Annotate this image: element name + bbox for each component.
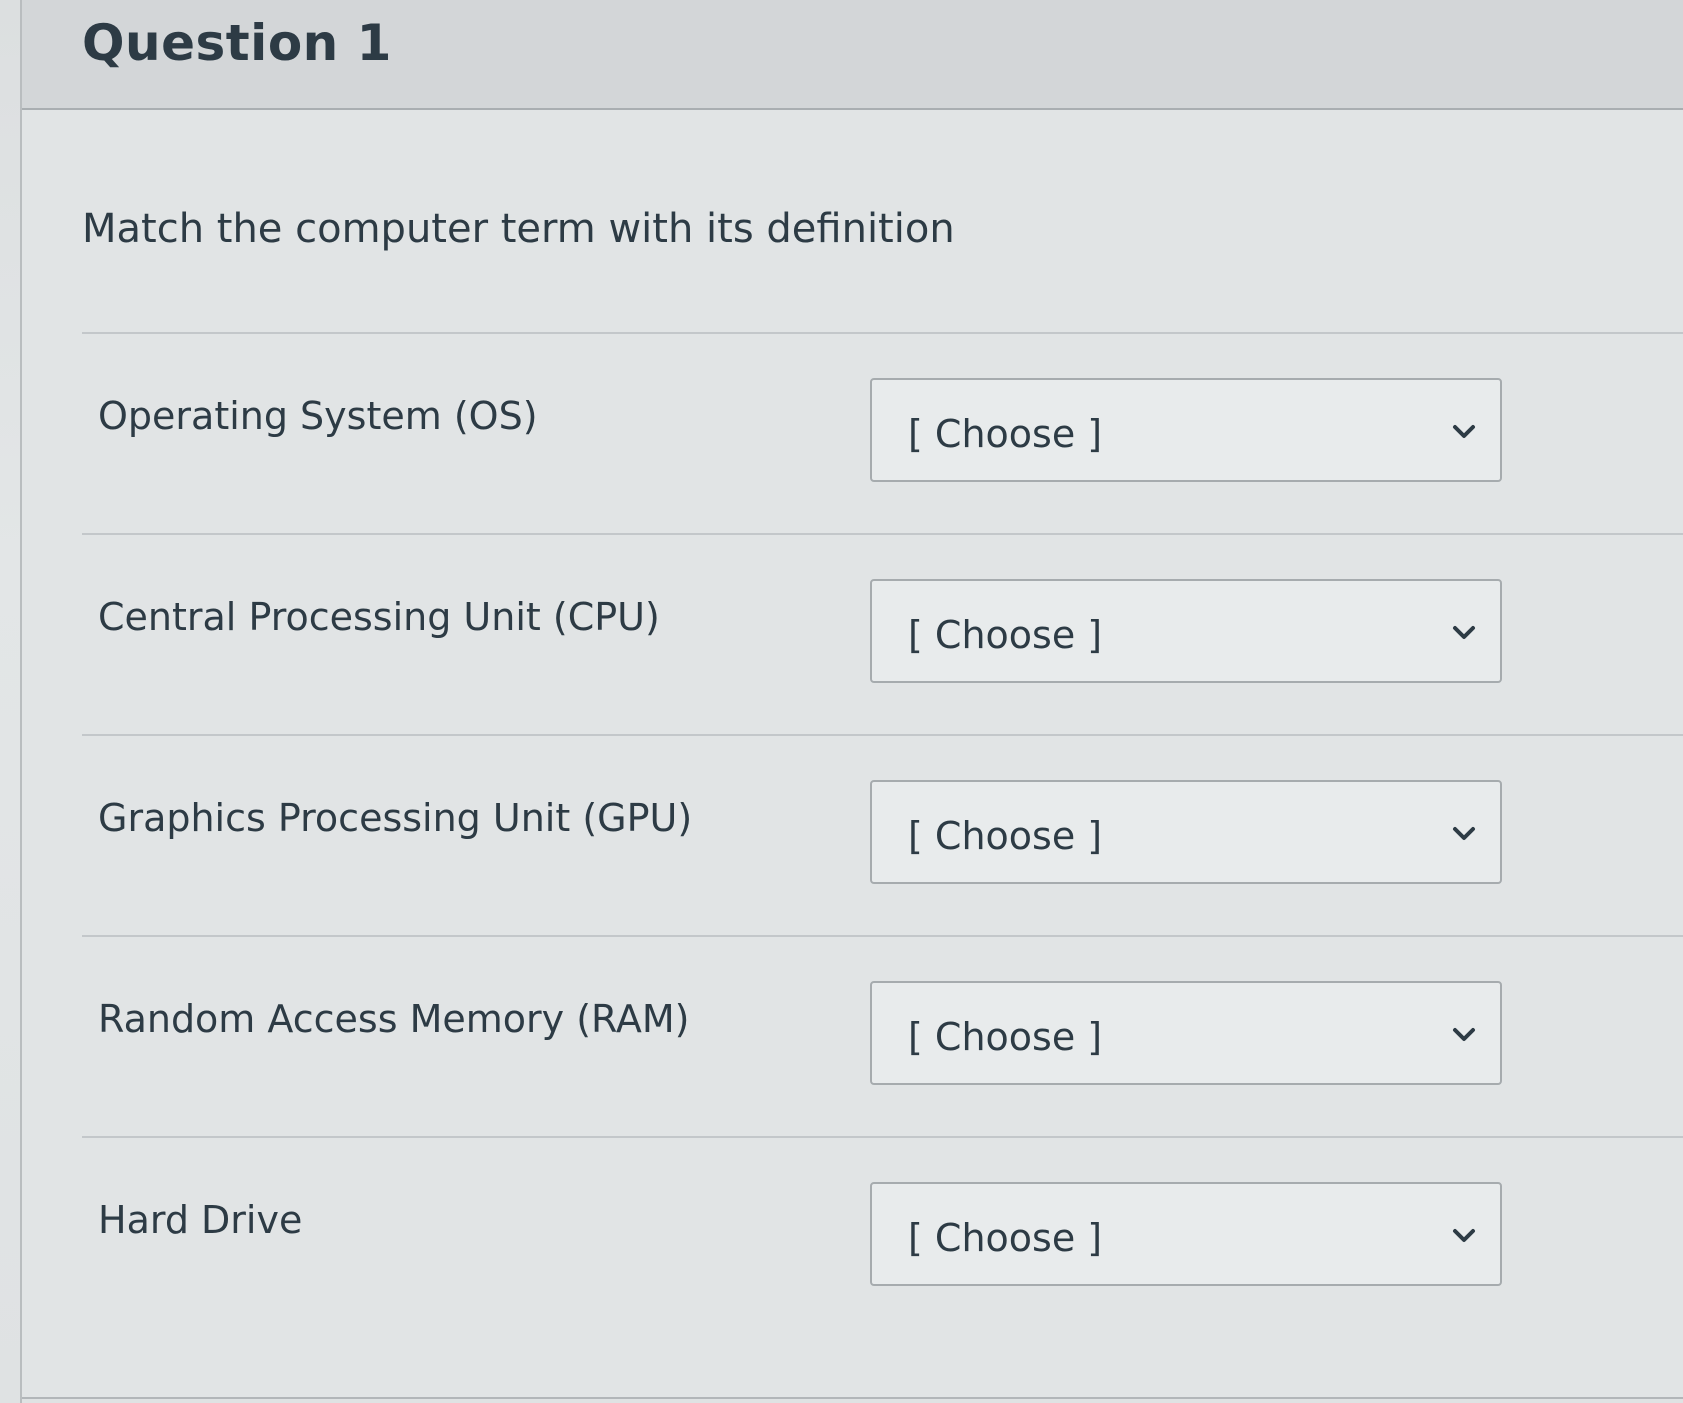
definition-select-hard-drive[interactable]: [ Choose ] <box>870 1182 1502 1286</box>
match-row-ram: Random Access Memory (RAM) [ Choose ] <box>82 935 1683 1136</box>
chevron-down-icon <box>1453 1229 1475 1242</box>
term-label: Hard Drive <box>98 1198 303 1242</box>
term-label: Random Access Memory (RAM) <box>98 997 690 1041</box>
definition-select-cpu[interactable]: [ Choose ] <box>870 579 1502 683</box>
question-prompt: Match the computer term with its definit… <box>82 206 955 252</box>
question-title: Question 1 <box>82 14 392 72</box>
chevron-down-icon <box>1453 827 1475 840</box>
select-value: [ Choose ] <box>908 613 1103 657</box>
match-list: Operating System (OS) [ Choose ] Central… <box>82 332 1683 1337</box>
match-row-os: Operating System (OS) [ Choose ] <box>82 332 1683 533</box>
definition-select-ram[interactable]: [ Choose ] <box>870 981 1502 1085</box>
select-value: [ Choose ] <box>908 412 1103 456</box>
question-header: Question 1 <box>22 0 1683 110</box>
term-label: Graphics Processing Unit (GPU) <box>98 796 693 840</box>
term-label: Operating System (OS) <box>98 394 538 438</box>
chevron-down-icon <box>1453 1028 1475 1041</box>
definition-select-os[interactable]: [ Choose ] <box>870 378 1502 482</box>
definition-select-gpu[interactable]: [ Choose ] <box>870 780 1502 884</box>
quiz-page: Question 1 Match the computer term with … <box>0 0 1683 1403</box>
match-row-gpu: Graphics Processing Unit (GPU) [ Choose … <box>82 734 1683 935</box>
select-value: [ Choose ] <box>908 1015 1103 1059</box>
match-row-hard-drive: Hard Drive [ Choose ] <box>82 1136 1683 1337</box>
match-row-cpu: Central Processing Unit (CPU) [ Choose ] <box>82 533 1683 734</box>
question-body: Match the computer term with its definit… <box>22 110 1683 1397</box>
select-value: [ Choose ] <box>908 1216 1103 1260</box>
term-label: Central Processing Unit (CPU) <box>98 595 660 639</box>
bottom-border <box>22 1397 1683 1399</box>
chevron-down-icon <box>1453 425 1475 438</box>
select-value: [ Choose ] <box>908 814 1103 858</box>
chevron-down-icon <box>1453 626 1475 639</box>
